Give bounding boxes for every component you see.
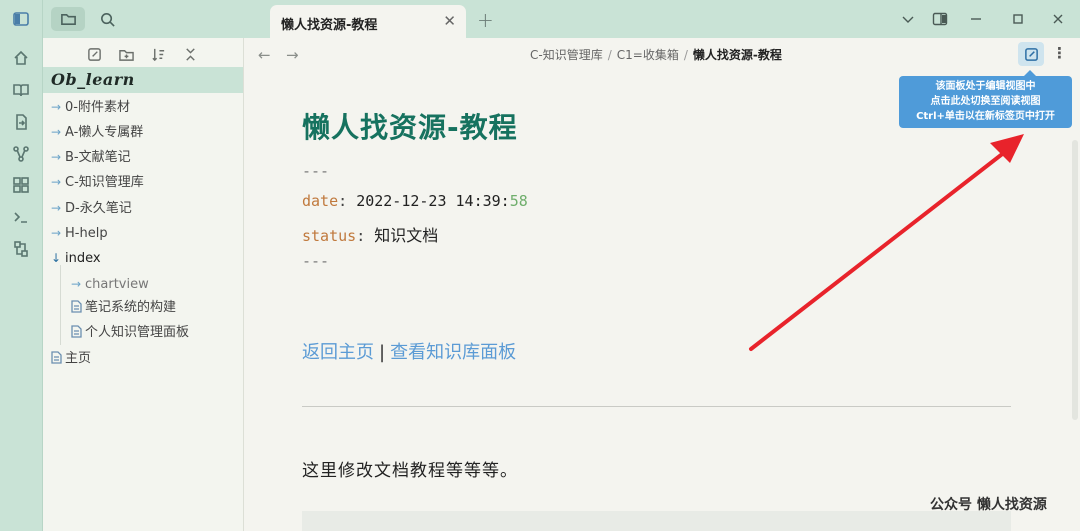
home-link[interactable]: 返回主页 [302,342,374,363]
tree-item-folder[interactable]: → B-文献笔记 [51,146,131,168]
tree-indent-guide [60,265,61,345]
window-close-icon[interactable] [1050,9,1066,29]
document-icon [51,350,65,372]
tooltip: 该面板处于编辑视图中 点击此处切换至阅读视图 Ctrl+单击以在新标签页中打开 [899,70,1072,128]
file-explorer-sidebar: Ob_learn → 0-附件素材 → A-懒人专属群 → B-文献笔记 → C-知识管… [43,0,244,531]
right-sidebar-toggle-icon[interactable] [932,9,948,29]
close-icon[interactable]: ✕ [443,12,456,30]
tab-bar: 懒人找资源-教程 ✕ + [244,0,1080,38]
chevron-right-icon: → [51,175,62,189]
document-icon [71,324,85,346]
terminal-icon[interactable] [11,207,31,227]
watermark: 公众号 懒人找资源 [930,497,1047,513]
chevron-right-icon: → [51,100,62,114]
sidebar-toolbar [43,45,244,63]
file-import-icon[interactable] [11,112,31,132]
tab-active[interactable]: 懒人找资源-教程 ✕ [270,5,466,38]
tree-item-folder[interactable]: → A-懒人专属群 [51,121,143,143]
knowledge-panel-link[interactable]: 查看知识库面板 [390,342,516,363]
horizontal-rule [302,406,1011,407]
document-icon [71,299,85,321]
breadcrumb: C-知识管理库 / C1=收集箱 / 懒人找资源-教程 [530,48,782,62]
breadcrumb-current[interactable]: 懒人找资源-教程 [693,48,782,62]
frontmatter-delimiter: --- [302,162,330,180]
nav-links: 返回主页 | 查看知识库面板 [302,342,517,363]
plugin-icon[interactable] [11,239,31,259]
forward-button[interactable]: → [286,46,299,64]
edit-icon [1024,47,1038,61]
edit-view-toggle-button[interactable] [1018,42,1044,66]
sort-icon[interactable] [149,45,167,63]
search-icon[interactable] [90,7,124,31]
page-title: 懒人找资源-教程 [302,111,518,144]
chevron-right-icon: → [71,277,82,291]
paragraph: 这里修改文档教程等等等。 [302,461,518,481]
minimize-icon[interactable] [968,9,984,29]
tree-item-folder[interactable]: → 0-附件素材 [51,96,130,118]
tree-item-folder[interactable]: → H-help [51,222,108,244]
new-note-icon[interactable] [85,45,103,63]
graph-icon[interactable] [11,144,31,164]
home-icon[interactable] [11,48,31,68]
tree-item-folder[interactable]: → chartview [71,273,149,295]
tab-title: 懒人找资源-教程 [281,18,378,33]
new-tab-button[interactable]: + [477,8,494,32]
chevron-down-icon: ↓ [51,251,62,265]
tree-item-file[interactable]: 笔记系统的构建 [71,297,176,319]
dashboard-icon[interactable] [11,175,31,195]
chevron-down-icon[interactable] [900,9,916,29]
chevron-right-icon: → [51,125,62,139]
view-header: ← → C-知识管理库 / C1=收集箱 / 懒人找资源-教程 ⋮ [244,38,1080,70]
chevron-right-icon: → [51,226,62,240]
code-block [302,511,1011,531]
tree-item-folder[interactable]: → D-永久笔记 [51,197,132,219]
tree-item-folder[interactable]: → C-知识管理库 [51,171,144,193]
frontmatter-status: status: 知识文档 [302,226,439,245]
maximize-icon[interactable] [1010,9,1026,29]
tree-item-file[interactable]: 主页 [51,348,91,370]
frontmatter-date: date: 2022-12-23 14:39:58 [302,192,528,210]
sidebar-toggle-icon[interactable] [11,9,31,29]
folder-icon[interactable] [51,7,85,31]
sidebar-header [43,0,244,38]
collapse-icon[interactable] [181,45,199,63]
frontmatter-delimiter: --- [302,252,330,270]
tree-item-file[interactable]: 个人知识管理面板 [71,322,189,344]
editor-content[interactable]: 懒人找资源-教程 --- date: 2022-12-23 14:39:58 s… [244,70,1070,531]
breadcrumb-item[interactable]: C-知识管理库 [530,48,603,62]
ribbon [0,0,43,531]
chevron-right-icon: → [51,150,62,164]
back-button[interactable]: ← [258,46,271,64]
tree-item-folder-expanded[interactable]: ↓ index [51,247,101,269]
more-options-icon[interactable]: ⋮ [1052,44,1067,62]
vault-name[interactable]: Ob_learn [43,67,243,93]
book-icon[interactable] [11,80,31,100]
breadcrumb-item[interactable]: C1=收集箱 [617,48,679,62]
new-folder-icon[interactable] [117,45,135,63]
chevron-right-icon: → [51,201,62,215]
scrollbar[interactable] [1072,140,1078,420]
